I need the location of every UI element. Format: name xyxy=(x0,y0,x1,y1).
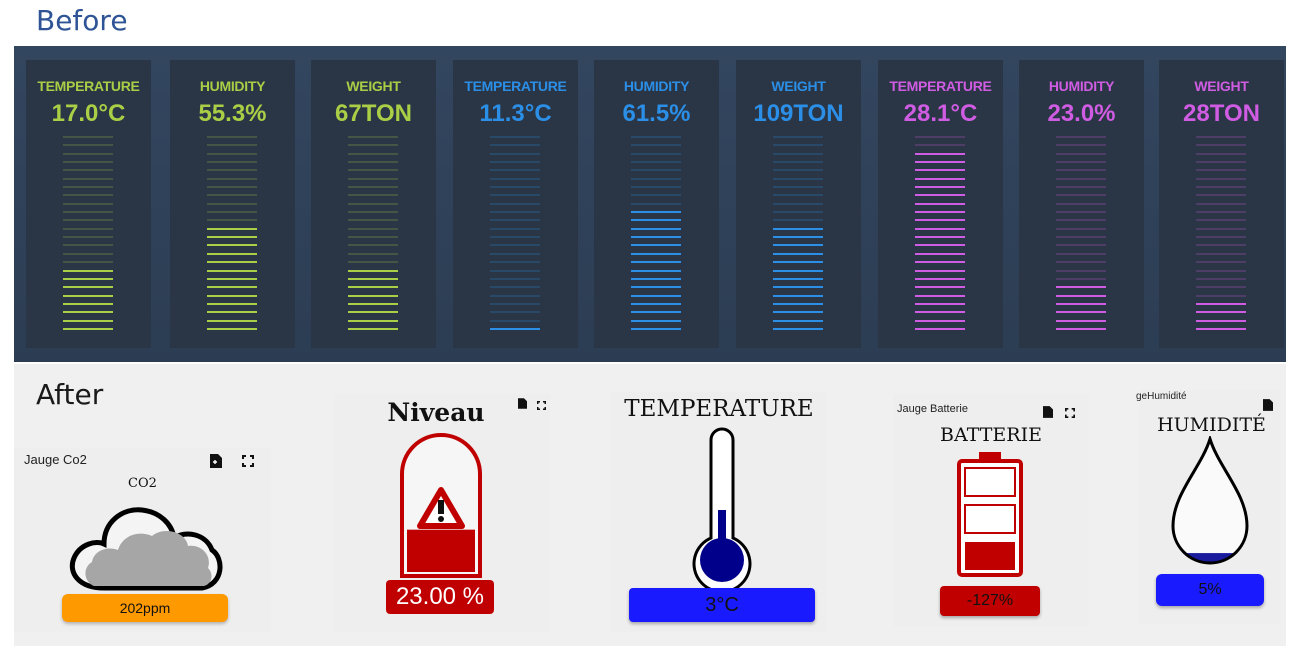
gauge-value: 23.0% xyxy=(1047,100,1116,127)
temperature-widget: TEMPERATURE 3°C xyxy=(611,392,827,632)
gauge-card: HUMIDITY 23.0% xyxy=(1019,60,1144,348)
battery-icon xyxy=(957,452,1023,577)
batterie-widget-label: Jauge Batterie xyxy=(897,403,968,415)
fullscreen-icon[interactable] xyxy=(1065,407,1075,421)
cloud-icon xyxy=(64,496,226,597)
fullscreen-icon[interactable] xyxy=(242,455,254,470)
after-dashboard: Jauge Co2 CO2 202ppm Niveau 23.00 % TEMP… xyxy=(14,364,1286,646)
humidite-title: HUMIDITÉ xyxy=(1157,414,1266,436)
gauge-value: 61.5% xyxy=(622,100,691,127)
water-drop-icon xyxy=(1171,436,1249,565)
gauge-card: TEMPERATURE 28.1°C xyxy=(878,60,1003,348)
humidite-widget-label: geHumidité xyxy=(1136,391,1187,402)
gauge-card: HUMIDITY 61.5% xyxy=(594,60,719,348)
niveau-widget: Niveau 23.00 % xyxy=(334,394,550,632)
gauge-bar xyxy=(773,136,823,330)
before-dashboard: TEMPERATURE 17.0°C HUMIDITY 55.3% WEIGHT 67TO… xyxy=(14,46,1286,362)
gauge-bar xyxy=(490,136,540,330)
export-icon[interactable] xyxy=(1263,399,1273,414)
after-heading: After xyxy=(36,378,104,411)
co2-title: CO2 xyxy=(128,476,157,491)
export-icon[interactable] xyxy=(210,454,222,471)
gauge-title: HUMIDITY xyxy=(1048,78,1115,94)
gauge-title: WEIGHT xyxy=(771,78,826,94)
gauge-bar xyxy=(915,136,965,330)
thermometer-icon xyxy=(692,427,752,588)
gauge-bar xyxy=(207,136,257,330)
gauge-card: TEMPERATURE 17.0°C xyxy=(26,60,151,348)
gauge-value: 109TON xyxy=(753,100,844,127)
batterie-value-badge: -127% xyxy=(940,586,1040,616)
gauge-bar xyxy=(348,136,398,330)
temperature-title: TEMPERATURE xyxy=(624,396,814,422)
batterie-widget: Jauge Batterie BATTERIE -127% xyxy=(893,394,1089,626)
co2-value-badge: 202ppm xyxy=(62,594,228,622)
niveau-fill xyxy=(407,529,475,572)
gauge-value: 67TON xyxy=(335,100,412,127)
export-icon[interactable] xyxy=(1043,406,1053,421)
gauge-bar xyxy=(1056,136,1106,330)
humidite-widget: geHumidité HUMIDITÉ 5% xyxy=(1136,390,1280,624)
gauge-title: TEMPERATURE xyxy=(464,78,567,94)
gauge-value: 11.3°C xyxy=(479,100,552,127)
temperature-value-badge: 3°C xyxy=(629,588,815,622)
gauge-card: WEIGHT 28TON xyxy=(1159,60,1284,348)
gauge-title: HUMIDITY xyxy=(199,78,266,94)
gauge-bar xyxy=(1196,136,1246,330)
gauge-bar xyxy=(63,136,113,330)
gauge-card: HUMIDITY 55.3% xyxy=(170,60,295,348)
gauge-title: HUMIDITY xyxy=(623,78,690,94)
gauge-value: 28.1°C xyxy=(903,100,978,127)
gauge-value: 55.3% xyxy=(198,100,267,127)
gauge-card: WEIGHT 67TON xyxy=(311,60,436,348)
gauge-card: WEIGHT 109TON xyxy=(736,60,861,348)
gauge-value: 17.0°C xyxy=(51,100,126,127)
humidite-value-badge: 5% xyxy=(1156,574,1264,606)
gauge-title: TEMPERATURE xyxy=(889,78,992,94)
niveau-title: Niveau xyxy=(387,398,485,427)
gauge-bar xyxy=(631,136,681,330)
co2-widget-label: Jauge Co2 xyxy=(24,452,87,467)
gauge-title: WEIGHT xyxy=(1194,78,1249,94)
gauge-title: WEIGHT xyxy=(346,78,401,94)
niveau-tank xyxy=(400,433,482,578)
batterie-title: BATTERIE xyxy=(940,424,1042,446)
before-heading: Before xyxy=(36,4,128,37)
gauge-value: 28TON xyxy=(1183,100,1260,127)
co2-widget: Jauge Co2 CO2 202ppm xyxy=(14,448,271,632)
gauge-title: TEMPERATURE xyxy=(37,78,140,94)
niveau-value-badge: 23.00 % xyxy=(386,580,494,614)
gauge-card: TEMPERATURE 11.3°C xyxy=(453,60,578,348)
